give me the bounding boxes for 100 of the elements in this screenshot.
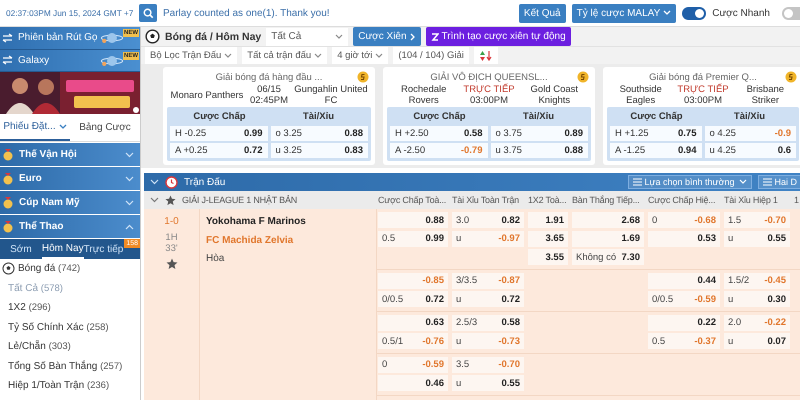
star-icon[interactable] (166, 258, 178, 270)
search-button[interactable] (139, 4, 157, 22)
away-team: FC Machida Zelvia (206, 234, 294, 248)
caret-icon (335, 34, 344, 40)
caret-icon (739, 179, 748, 185)
odds-button[interactable]: 3/3.5 -0.87 (452, 272, 524, 289)
sport-filter-dropdown[interactable]: Tất Cả (266, 28, 348, 46)
coin-icon (357, 71, 369, 83)
odds-button[interactable]: 2.68 (572, 212, 644, 228)
odds-button[interactable]: 1.69 (572, 230, 644, 247)
sidebar-tab[interactable]: Phiếu Đặt... (0, 114, 70, 141)
match-time: 03:00PM (684, 95, 722, 106)
soccer-ball-icon (145, 29, 160, 44)
odds-button[interactable]: u -0.73 (452, 333, 524, 350)
view-dropdown[interactable]: Lựa chọn bình thường (628, 175, 752, 189)
odds-button[interactable]: 0 -0.59 (378, 356, 448, 373)
star-icon[interactable] (165, 194, 176, 206)
away-team: Brisbane Striker (746, 84, 786, 106)
odds-button[interactable]: 0.5/1 -0.76 (378, 333, 448, 350)
odds-button[interactable]: 0.88 (378, 212, 448, 228)
odds-button[interactable]: 3.55 (528, 249, 568, 266)
parlay-builder-button[interactable]: Trình tạo cược xiên tự động (426, 27, 571, 46)
sidebar-tab[interactable]: Bảng Cược (70, 114, 140, 141)
odds-button[interactable]: 0/0.5 0.72 (378, 291, 448, 308)
chevron-right-icon (410, 32, 416, 40)
toggle-label: Cược Nhanh (712, 8, 770, 18)
odds-button[interactable]: u 0.30 (724, 291, 790, 308)
league-name: Giải bóng đá Premier Q... (649, 72, 757, 82)
match-date: 06/15 (257, 84, 281, 95)
odds-type-dropdown[interactable]: Tỷ lệ cược MALAY (572, 4, 676, 22)
odds-button[interactable]: 0.5 0.99 (378, 230, 448, 247)
league-count-button[interactable]: (104 / 104) Giải (393, 47, 469, 64)
odds-button[interactable]: u 0.07 (724, 333, 790, 350)
odds-button[interactable]: 2.0 -0.22 (724, 314, 790, 331)
odds-button[interactable]: 0.44 (648, 272, 720, 289)
away-team: Gungahlin United FC (293, 84, 369, 106)
live-label: TRỰC TIẾP (463, 84, 515, 95)
odds-button[interactable]: o 3.75 0.89 (490, 126, 588, 141)
home-team: Yokohama F Marinos (206, 215, 306, 229)
odds-button[interactable]: 0.53 (648, 230, 720, 247)
market-item[interactable]: 1X2 (296) (0, 298, 140, 318)
odds-button[interactable]: 3.5 -0.70 (452, 356, 524, 373)
odds-button[interactable]: 0.22 (648, 314, 720, 331)
category-row[interactable]: Euro (0, 167, 140, 190)
odds-button[interactable]: o 3.25 0.88 (270, 126, 368, 141)
period-tab[interactable]: Hôm Nay (42, 239, 84, 259)
category-row[interactable]: Cúp Nam Mỹ (0, 191, 140, 214)
match-minute: 33' (165, 243, 178, 254)
odds-button[interactable]: u 0.72 (452, 291, 524, 308)
coin-icon (577, 71, 589, 83)
odds-button[interactable]: 0/0.5 -0.59 (648, 291, 720, 308)
odds-button[interactable]: o 4.25 -0.9 (704, 126, 796, 141)
odds-button[interactable]: 0.46 (378, 375, 448, 392)
sort-button[interactable] (474, 47, 498, 64)
category-row[interactable]: Thế Vận Hội (0, 143, 140, 166)
odds-button[interactable]: H +1.25 0.75 (610, 126, 702, 141)
odds-button[interactable]: 0.63 (378, 314, 448, 331)
chevron-down-icon[interactable] (150, 197, 159, 203)
odds-button[interactable]: 2.5/3 0.58 (452, 314, 524, 331)
odds-button[interactable]: 1.5 -0.70 (724, 212, 790, 228)
odds-button[interactable]: H -0.25 0.99 (170, 126, 268, 141)
market-item[interactable]: Lẻ/Chẵn (303) (0, 337, 140, 356)
odds-button[interactable]: 0.5 -0.37 (648, 333, 720, 350)
filter-dropdown[interactable]: 4 giờ tới (332, 47, 388, 64)
odds-button[interactable]: A +0.25 0.72 (170, 143, 268, 158)
period-tab[interactable]: Sớm (0, 239, 42, 259)
odds-button[interactable]: 1.91 (528, 212, 568, 228)
odds-button[interactable]: 1.5/2 -0.45 (724, 272, 790, 289)
section-title: Bóng đá / Hôm Nay (165, 30, 262, 42)
odds-button[interactable]: H +2.50 0.58 (390, 126, 488, 141)
toggle-switch[interactable] (782, 6, 800, 20)
list-icon (763, 178, 772, 186)
featured-match-card[interactable]: Giải bóng đá Premier Q... Southside Eagles TRỰC TIẾP 03:00PM Brisbane Striker Cược Chấp Tài/Xỉu H +1.25 0.75 o 4.25 -0.9 A -1.25 0.94 u 4.25 0.6 (603, 67, 800, 165)
toggle-switch[interactable] (682, 6, 706, 20)
odds-button[interactable]: u -0.97 (452, 230, 524, 247)
market-item[interactable]: Bóng đá (742) (0, 259, 140, 278)
odds-button[interactable]: u 3.75 0.88 (490, 143, 588, 158)
odds-button[interactable]: u 0.55 (724, 230, 790, 247)
results-button[interactable]: Kết Quả (518, 4, 566, 22)
filter-dropdown[interactable]: Bộ Lọc Trận Đấu (145, 47, 238, 64)
category-row[interactable]: Thể Thao (0, 215, 140, 238)
odds-button[interactable]: 3.65 (528, 230, 568, 247)
odds-button[interactable]: u 3.25 0.83 (270, 143, 368, 158)
market-item[interactable]: Tỷ Số Chính Xác (258) (0, 318, 140, 337)
column-heading: Tài/Xỉu (302, 111, 336, 122)
odds-button[interactable]: u 4.25 0.6 (704, 143, 796, 158)
column-heading: Cược Chấp (192, 111, 247, 122)
odds-button[interactable]: u 0.55 (452, 375, 524, 392)
market-item[interactable]: Hiệp 1/Toàn Trận (236) (0, 376, 140, 396)
filter-dropdown[interactable]: Tất cả trận đấu (242, 47, 328, 64)
odds-button[interactable]: A -1.25 0.94 (610, 143, 702, 158)
odds-button[interactable]: A -2.50 -0.79 (390, 143, 488, 158)
odds-button[interactable]: 3.0 0.82 (452, 212, 524, 228)
caret-icon (58, 124, 67, 130)
parlay-button[interactable]: Cược Xiên (353, 27, 421, 46)
odds-button[interactable]: Không có 7.30 (572, 249, 644, 266)
featured-match-card[interactable]: GIẢI VÔ ĐỊCH QUEENSL... Rochedale Rovers TRỰC TIẾP 03:00PM Gold Coast Knights Cược Chấp Tài/Xỉu H +2.50 0.58 o 3.75 0.89 A -2.50 -0.79 u 3.75 0.88 (383, 67, 595, 165)
odds-button[interactable]: 0 -0.68 (648, 212, 720, 228)
market-item[interactable]: Tổng Số Bàn Thắng (257) (0, 356, 140, 376)
away-team: Gold Coast Knights (530, 84, 580, 106)
